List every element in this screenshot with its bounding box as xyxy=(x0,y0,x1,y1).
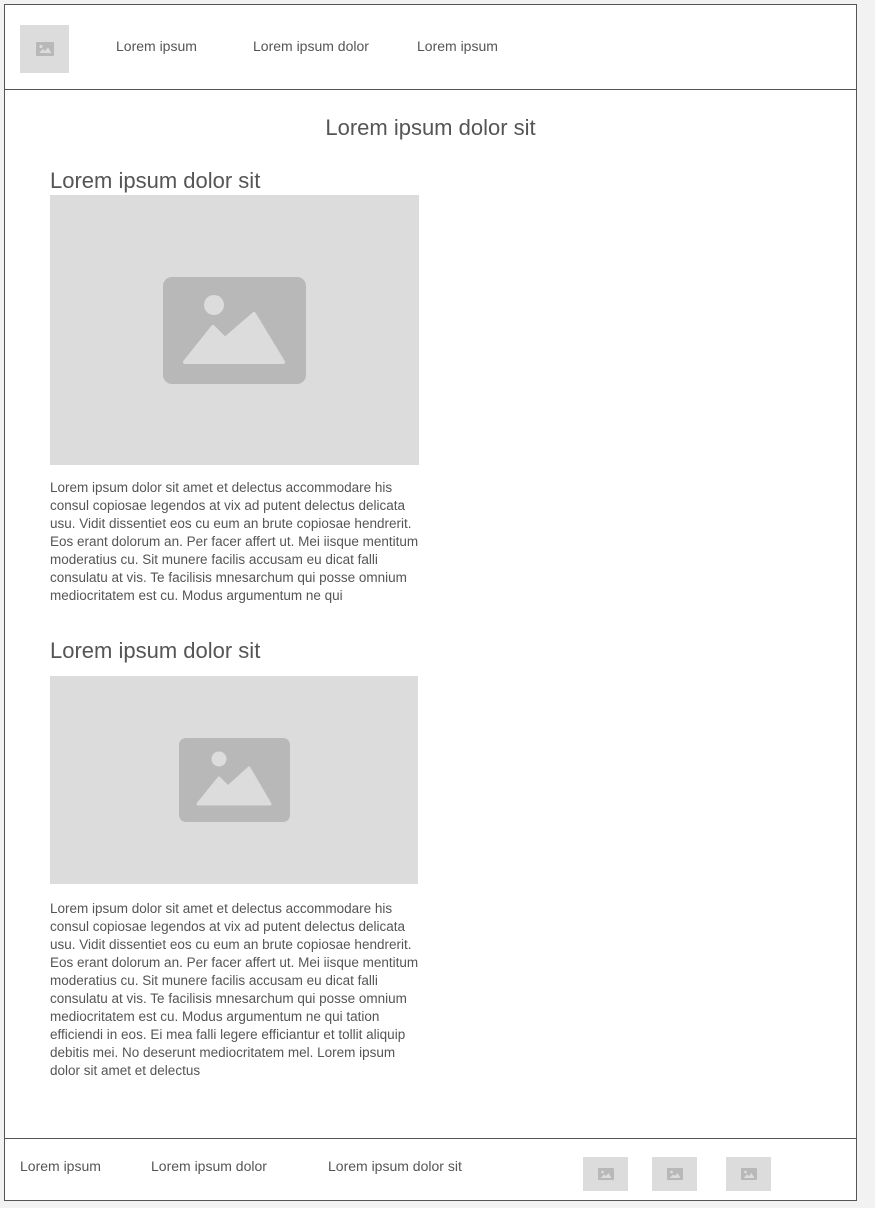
image-placeholder-icon xyxy=(178,738,290,822)
section-image-2 xyxy=(50,676,418,884)
page-title: Lorem ipsum dolor sit xyxy=(325,115,536,140)
logo[interactable] xyxy=(20,25,69,73)
social-icon-2[interactable] xyxy=(652,1157,697,1191)
nav-link-2[interactable]: Lorem ipsum dolor xyxy=(253,38,369,54)
nav-link-1[interactable]: Lorem ipsum xyxy=(116,38,197,54)
image-placeholder-icon xyxy=(597,1168,614,1180)
footer-link-1[interactable]: Lorem ipsum xyxy=(20,1158,101,1174)
image-placeholder-icon xyxy=(35,42,54,56)
footer-link-2[interactable]: Lorem ipsum dolor xyxy=(151,1158,267,1174)
page-frame: Lorem ipsum Lorem ipsum dolor Lorem ipsu… xyxy=(4,4,857,1201)
section-heading-2: Lorem ipsum dolor sit xyxy=(50,638,261,663)
section-text-1: Lorem ipsum dolor sit amet et delectus a… xyxy=(50,480,419,603)
social-icon-1[interactable] xyxy=(583,1157,628,1191)
footer: Lorem ipsum Lorem ipsum dolor Lorem ipsu… xyxy=(5,1138,856,1201)
social-icon-3[interactable] xyxy=(726,1157,771,1191)
image-placeholder-icon xyxy=(740,1168,757,1180)
section-text-2: Lorem ipsum dolor sit amet et delectus a… xyxy=(50,901,419,1078)
section-image-1 xyxy=(50,195,419,465)
header: Lorem ipsum Lorem ipsum dolor Lorem ipsu… xyxy=(5,5,856,90)
footer-link-3[interactable]: Lorem ipsum dolor sit xyxy=(328,1158,462,1174)
nav-link-3[interactable]: Lorem ipsum xyxy=(417,38,498,54)
scrollbar[interactable] xyxy=(859,0,875,1208)
image-placeholder-icon xyxy=(163,276,306,384)
section-heading-1: Lorem ipsum dolor sit xyxy=(50,168,261,193)
image-placeholder-icon xyxy=(666,1168,683,1180)
